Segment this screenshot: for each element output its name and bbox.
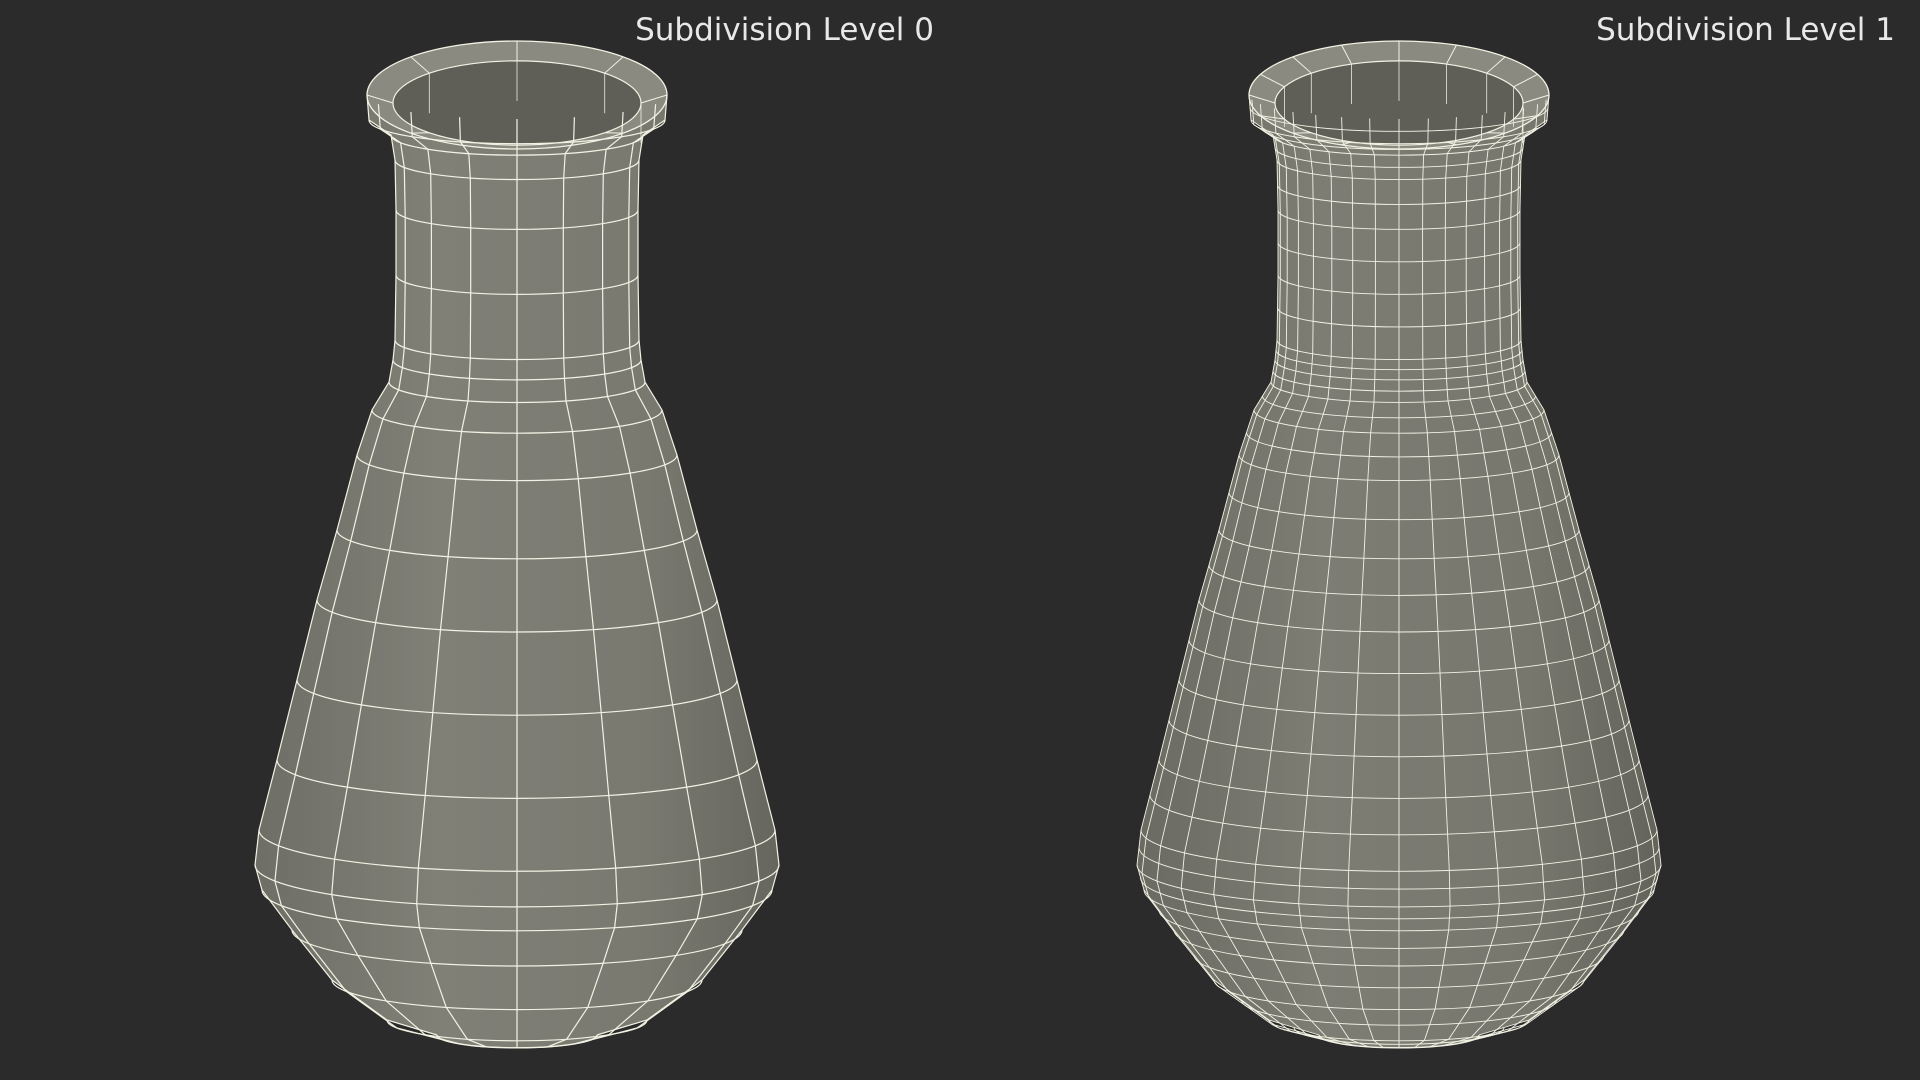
flask-level-1 [1136, 40, 1662, 1049]
flask-level-0 [254, 40, 780, 1049]
viewport-stage: Subdivision Level 0 Subdivision Level 1 [0, 0, 1920, 1080]
render-viewport [254, 40, 1662, 1049]
